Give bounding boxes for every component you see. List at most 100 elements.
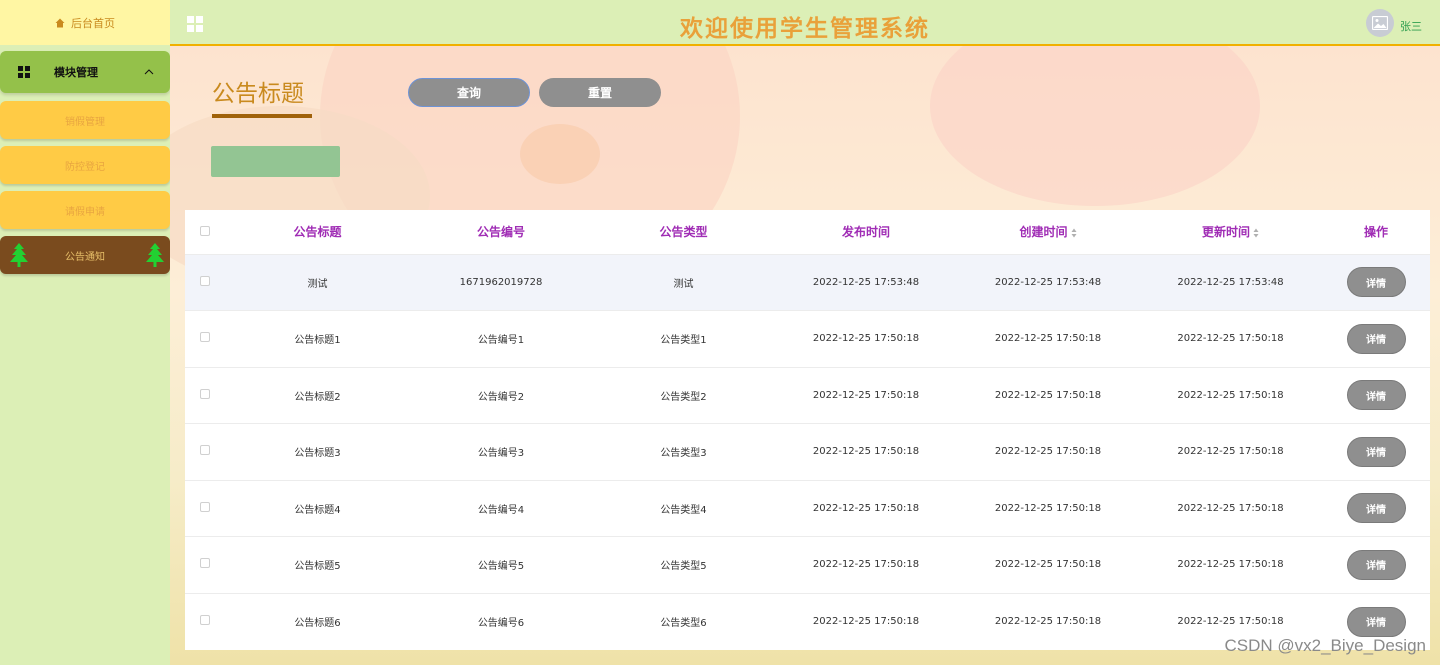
- sidebar-item-label: 销假管理: [65, 116, 105, 128]
- sort-icon[interactable]: [1253, 228, 1259, 238]
- table-header-row: 公告标题 公告编号 公告类型 发布时间 创建时间 更新时间 操作: [185, 210, 1430, 254]
- action-cell: 详情: [1322, 310, 1430, 367]
- detail-button[interactable]: 详情: [1346, 606, 1406, 637]
- table-cell: 2022-12-25 17:50:18: [957, 592, 1139, 650]
- column-header-sortable[interactable]: 更新时间: [1139, 210, 1322, 254]
- column-header-label: 创建时间: [1019, 225, 1068, 240]
- row-checkbox[interactable]: [200, 332, 210, 343]
- table-cell: 公告类型4: [592, 479, 775, 537]
- table-cell: 公告编号3: [410, 423, 592, 480]
- row-checkbox[interactable]: [200, 558, 210, 569]
- select-all-cell: [185, 210, 225, 254]
- image-icon: [1372, 16, 1388, 30]
- table-cell: 2022-12-25 17:53:48: [775, 253, 957, 311]
- table-cell: 2022-12-25 17:50:18: [775, 592, 957, 650]
- sidebar-home-link[interactable]: 后台首页: [0, 0, 170, 45]
- table-row[interactable]: 公告标题5 公告编号5 公告类型5 2022-12-25 17:50:18 2022-1…: [185, 536, 1430, 593]
- reset-button[interactable]: 重置: [539, 78, 661, 107]
- sidebar-module-group[interactable]: 模块管理: [0, 51, 170, 93]
- action-cell: 详情: [1322, 479, 1430, 537]
- table-cell: 2022-12-25 17:50:18: [957, 536, 1139, 593]
- sort-icon[interactable]: [1071, 228, 1077, 238]
- detail-button[interactable]: 详情: [1346, 267, 1406, 298]
- detail-button[interactable]: 详情: [1346, 493, 1406, 524]
- table-cell: 公告标题3: [225, 423, 410, 480]
- table-row[interactable]: 公告标题3 公告编号3 公告类型3 2022-12-25 17:50:18 2022-1…: [185, 423, 1430, 480]
- table-cell: 公告标题4: [225, 479, 410, 537]
- row-checkbox[interactable]: [200, 501, 210, 512]
- select-all-checkbox[interactable]: [200, 225, 210, 236]
- row-checkbox[interactable]: [200, 445, 210, 456]
- sidebar-item-epidemic-register[interactable]: 防控登记: [0, 146, 170, 184]
- row-select-cell: [185, 310, 225, 367]
- tree-icon: [10, 243, 28, 267]
- row-checkbox[interactable]: [200, 615, 210, 625]
- table-cell: 2022-12-25 17:50:18: [1139, 479, 1322, 537]
- action-cell: 详情: [1322, 423, 1430, 480]
- action-cell: 详情: [1322, 366, 1430, 424]
- table-cell: 公告标题2: [225, 366, 410, 424]
- column-header: 操作: [1363, 225, 1388, 240]
- row-select-cell: [185, 536, 225, 593]
- table-body: 测试 1671962019728 测试 2022-12-25 17:53:48 2022…: [185, 253, 1430, 650]
- table-cell: 2022-12-25 17:50:18: [1139, 536, 1322, 593]
- detail-button[interactable]: 详情: [1346, 323, 1406, 354]
- username[interactable]: 张三: [1400, 18, 1422, 34]
- table-cell: 公告编号6: [410, 592, 592, 650]
- table-cell: 2022-12-25 17:50:18: [957, 423, 1139, 480]
- table-cell: 2022-12-25 17:50:18: [1139, 366, 1322, 424]
- table-cell: 2022-12-25 17:50:18: [775, 423, 957, 480]
- table-cell: 测试: [592, 253, 775, 311]
- background-blob: [930, 46, 1260, 206]
- table-cell: 公告类型1: [592, 310, 775, 367]
- table-cell: 公告标题6: [225, 592, 410, 650]
- table-cell: 2022-12-25 17:50:18: [775, 310, 957, 367]
- row-checkbox[interactable]: [200, 275, 210, 286]
- notice-table: 公告标题 公告编号 公告类型 发布时间 创建时间 更新时间 操作 测试 16719…: [185, 210, 1430, 650]
- detail-button[interactable]: 详情: [1346, 436, 1406, 467]
- table-cell: 公告类型2: [592, 366, 775, 424]
- sidebar-item-label: 防控登记: [65, 161, 105, 173]
- table-cell: 2022-12-25 17:50:18: [775, 479, 957, 537]
- table-row[interactable]: 公告标题2 公告编号2 公告类型2 2022-12-25 17:50:18 2022-1…: [185, 366, 1430, 424]
- table-cell: 公告编号2: [410, 366, 592, 424]
- column-header: 公告编号: [476, 225, 525, 240]
- avatar[interactable]: [1366, 9, 1394, 37]
- table-cell: 公告标题5: [225, 536, 410, 593]
- system-title: 欢迎使用学生管理系统: [680, 16, 930, 42]
- table-row[interactable]: 测试 1671962019728 测试 2022-12-25 17:53:48 2022…: [185, 253, 1430, 311]
- table-row[interactable]: 公告标题4 公告编号4 公告类型4 2022-12-25 17:50:18 2022-1…: [185, 479, 1430, 537]
- row-checkbox[interactable]: [200, 388, 210, 399]
- table-row[interactable]: 公告标题1 公告编号1 公告类型1 2022-12-25 17:50:18 2022-1…: [185, 310, 1430, 367]
- sidebar-item-label: 公告通知: [65, 251, 105, 263]
- row-select-cell: [185, 253, 225, 311]
- table-cell: 2022-12-25 17:50:18: [775, 536, 957, 593]
- row-select-cell: [185, 479, 225, 537]
- chevron-up-icon: [144, 69, 154, 75]
- detail-button[interactable]: 详情: [1346, 380, 1406, 411]
- row-select-cell: [185, 423, 225, 480]
- sidebar-item-leave-request[interactable]: 请假申请: [0, 191, 170, 229]
- table-cell: 公告编号4: [410, 479, 592, 537]
- table-cell: 1671962019728: [410, 253, 592, 311]
- table-cell: 公告类型6: [592, 592, 775, 650]
- table-cell: 公告标题1: [225, 310, 410, 367]
- row-select-cell: [185, 592, 225, 650]
- sidebar-home-label: 后台首页: [71, 16, 115, 30]
- sidebar: 后台首页 模块管理 销假管理 防控登记 请假申请 公告通知: [0, 0, 170, 665]
- background-blob: [520, 124, 600, 184]
- table-cell: 公告编号5: [410, 536, 592, 593]
- action-cell: 详情: [1322, 253, 1430, 311]
- table-cell: 2022-12-25 17:50:18: [957, 479, 1139, 537]
- tree-icon: [146, 243, 164, 267]
- action-cell: 详情: [1322, 536, 1430, 593]
- table-cell: 2022-12-25 17:50:18: [957, 366, 1139, 424]
- sidebar-item-leave-cancel[interactable]: 销假管理: [0, 101, 170, 139]
- add-button[interactable]: [211, 146, 340, 177]
- table-cell: 2022-12-25 17:50:18: [775, 366, 957, 424]
- sidebar-item-notice[interactable]: 公告通知: [0, 236, 170, 274]
- search-button[interactable]: 查询: [408, 78, 530, 107]
- detail-button[interactable]: 详情: [1346, 549, 1406, 580]
- column-header-sortable[interactable]: 创建时间: [957, 210, 1139, 254]
- column-header: 公告标题: [293, 225, 342, 240]
